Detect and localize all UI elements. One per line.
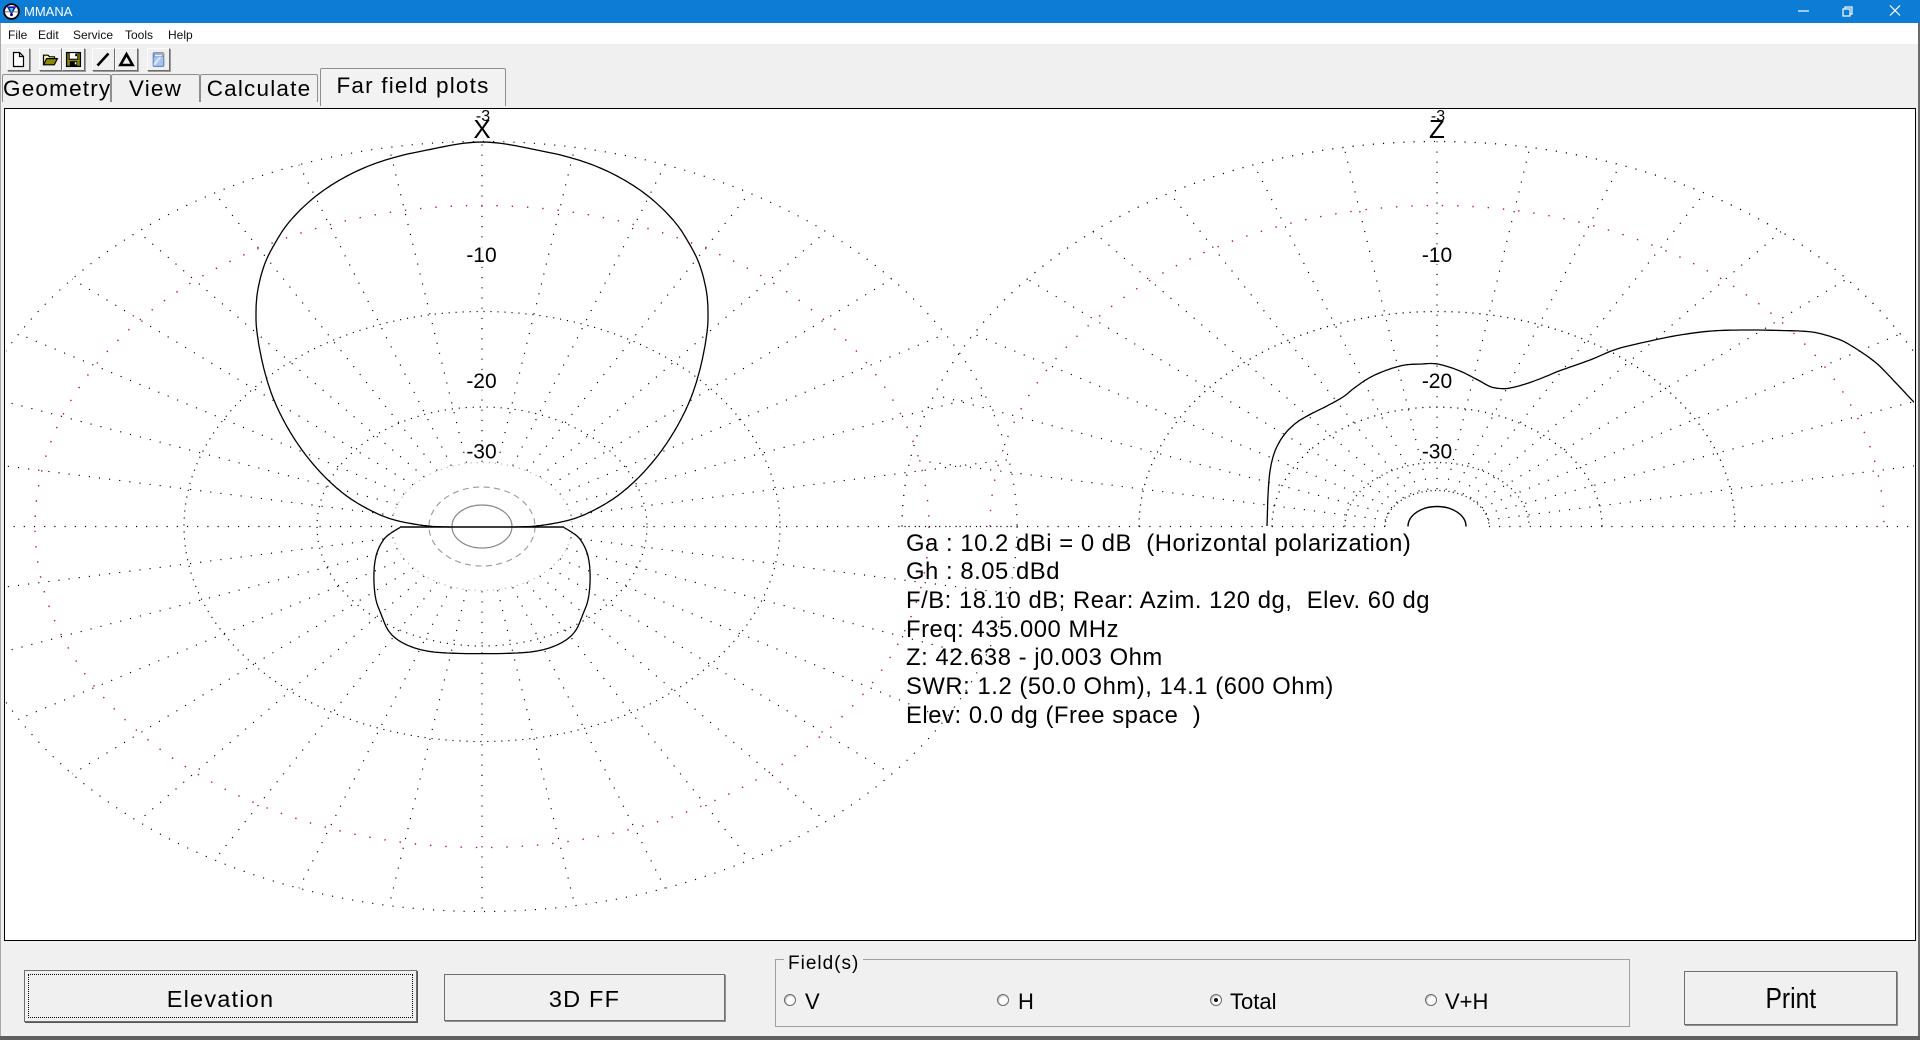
svg-text:-10: -10 [1422, 244, 1452, 267]
svg-text:-20: -20 [1422, 370, 1452, 393]
svg-text:-30: -30 [1422, 441, 1452, 464]
svg-text:Z: Z [1429, 114, 1445, 144]
svg-text:-30: -30 [466, 441, 496, 464]
svg-text:X: X [473, 114, 490, 144]
svg-text:-20: -20 [466, 370, 496, 393]
svg-text:-10: -10 [466, 244, 496, 267]
